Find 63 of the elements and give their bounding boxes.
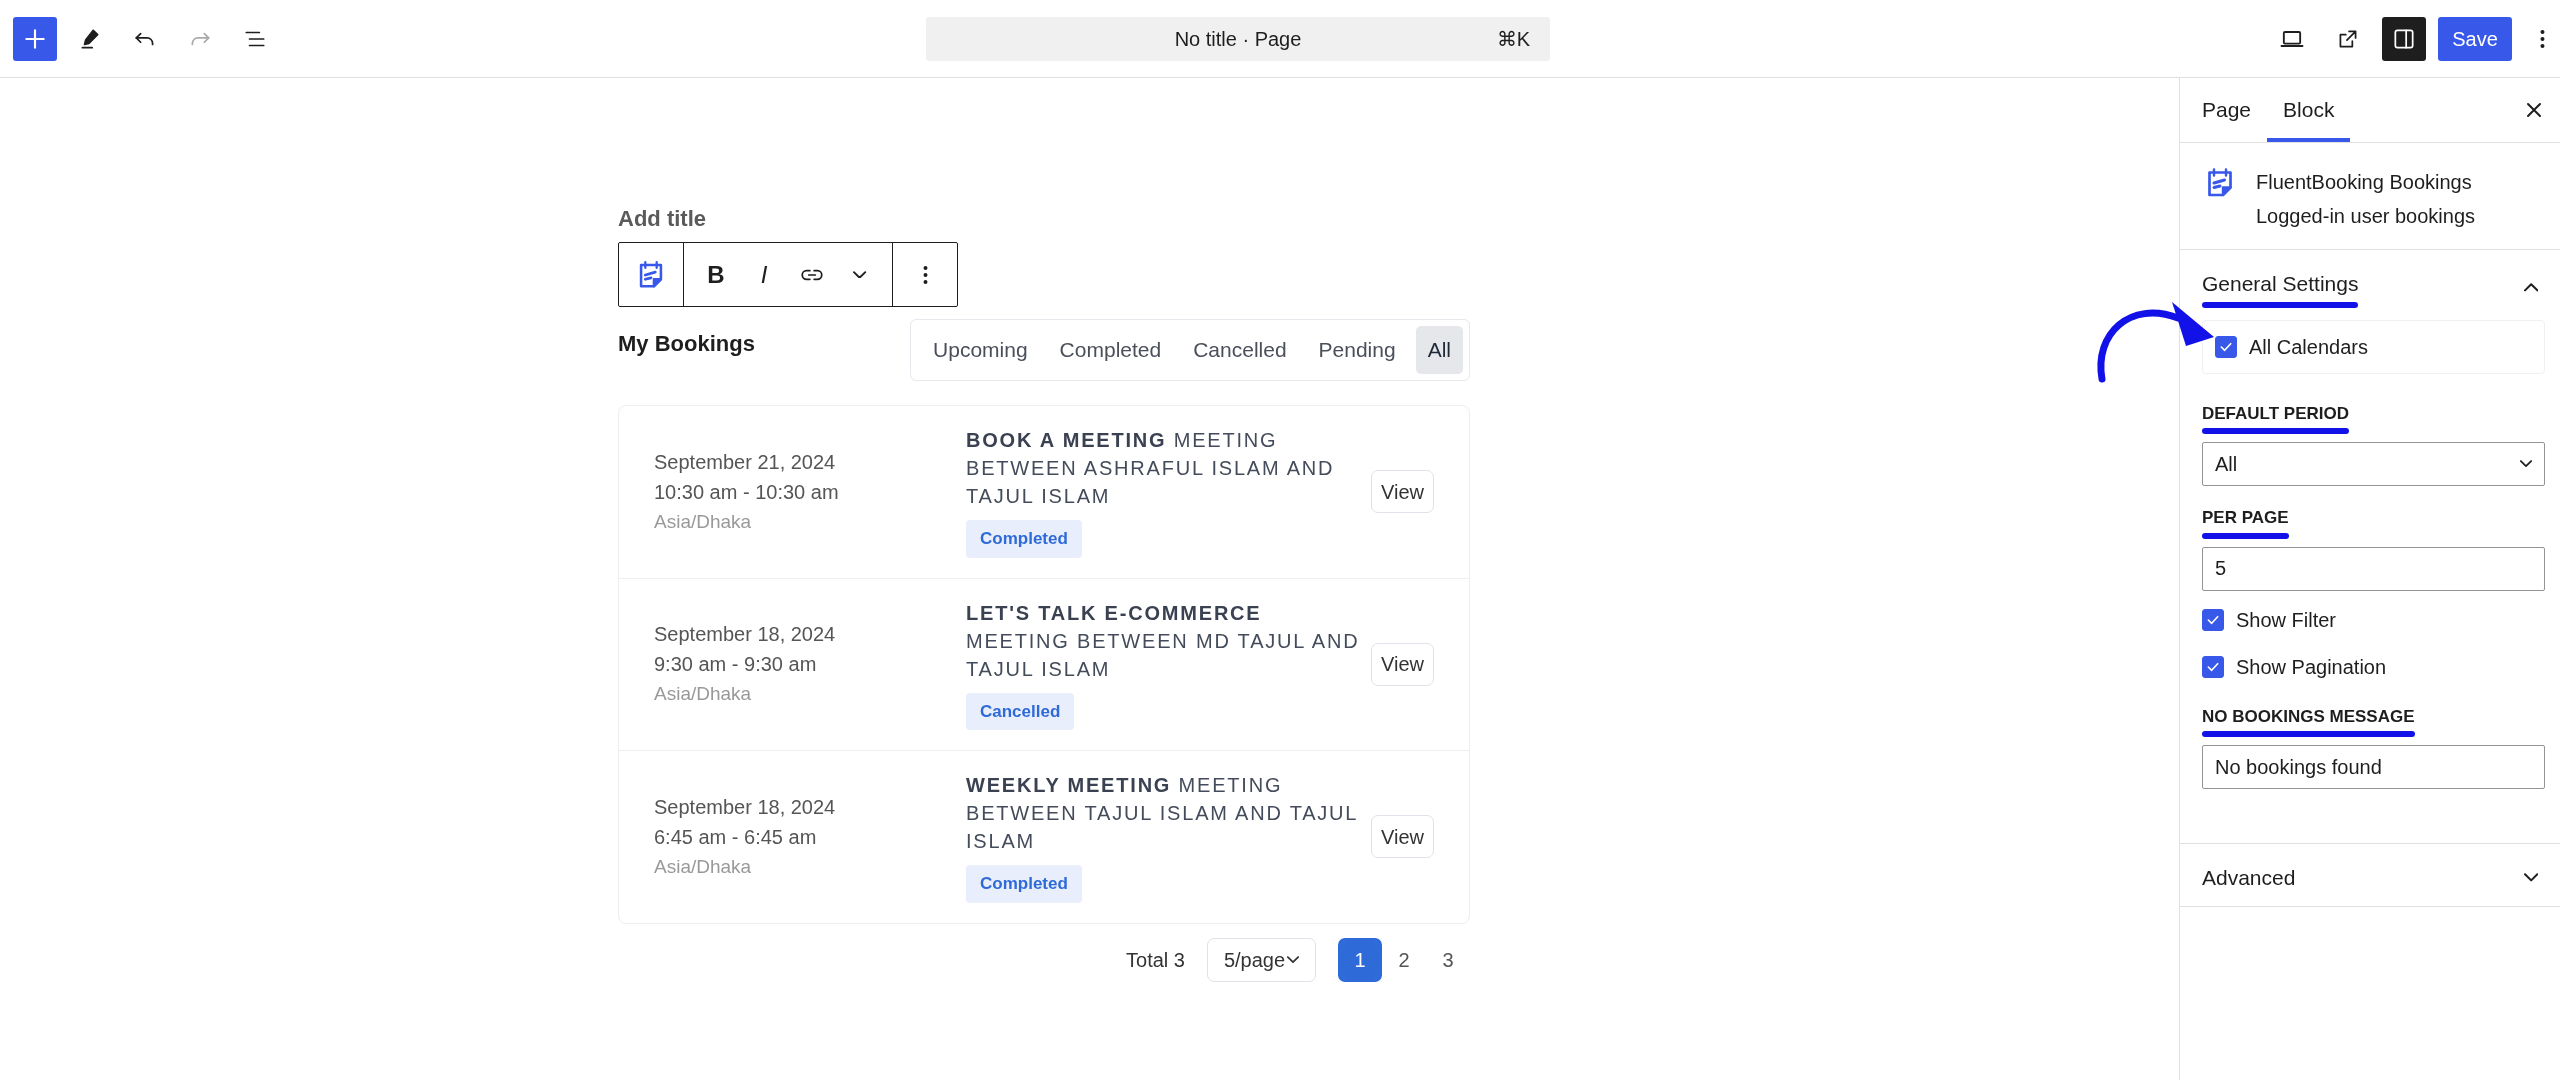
page-number[interactable]: 3 xyxy=(1426,937,1470,982)
command-bar[interactable]: No title · Page ⌘K xyxy=(926,16,1550,61)
booking-title: WEEKLY MEETING MEETING BETWEEN TAJUL ISLAM AND TAJUL ISLAM xyxy=(966,773,1359,854)
booking-timezone: Asia/Dhaka xyxy=(654,509,753,534)
booking-time: 10:30 am - 10:30 am xyxy=(654,479,840,505)
page-number[interactable]: 1 xyxy=(1338,937,1382,982)
panel-title[interactable]: Advanced xyxy=(2202,862,2296,894)
field-label: DEFAULT PERIOD xyxy=(2202,402,2350,425)
sidebar-tab[interactable]: Page xyxy=(2186,78,2268,142)
page-size-value: 5/page xyxy=(1223,947,1286,973)
checkbox-label[interactable]: Show Pagination xyxy=(2236,651,2387,682)
sidebar-tab[interactable]: Block xyxy=(2267,78,2351,142)
input-field[interactable]: 5 xyxy=(2202,546,2545,591)
checkbox[interactable] xyxy=(2202,608,2224,631)
booking-timezone: Asia/Dhaka xyxy=(654,854,753,879)
filter-tab[interactable]: Upcoming xyxy=(921,326,1040,374)
filter-tab[interactable]: Cancelled xyxy=(1181,326,1299,374)
status-badge: Cancelled xyxy=(966,692,1075,730)
view-button[interactable]: View xyxy=(1371,470,1434,514)
view-button[interactable]: View xyxy=(1371,642,1434,686)
booking-date: September 18, 2024 xyxy=(654,622,837,648)
save-button[interactable]: Save xyxy=(2438,16,2512,61)
filter-tab[interactable]: Completed xyxy=(1047,326,1174,374)
block-name: FluentBooking Bookings xyxy=(2256,170,2473,195)
booking-time: 6:45 am - 6:45 am xyxy=(654,824,818,850)
bold-button[interactable]: B xyxy=(692,250,740,299)
checkbox-label[interactable]: All Calendars xyxy=(2249,331,2368,362)
checkbox[interactable] xyxy=(2215,335,2237,358)
booking-timezone: Asia/Dhaka xyxy=(654,682,753,707)
document-title: No title · Page xyxy=(1174,26,1302,52)
more-icon xyxy=(2539,28,2545,49)
filter-tab[interactable]: All xyxy=(1415,326,1463,374)
section-heading: My Bookings xyxy=(618,330,755,358)
total-count: Total 3 xyxy=(1126,947,1185,973)
checkbox[interactable] xyxy=(2202,655,2224,678)
more-icon xyxy=(922,264,928,285)
filter-tab[interactable]: Pending xyxy=(1306,326,1408,374)
chevron-down-icon xyxy=(1287,955,1300,964)
page-number[interactable]: 2 xyxy=(1382,937,1426,982)
shortcut-label: ⌘K xyxy=(1496,26,1530,52)
settings-toggle-button[interactable] xyxy=(2382,16,2426,61)
status-badge: Completed xyxy=(966,520,1082,558)
title-placeholder[interactable]: Add title xyxy=(618,206,1470,232)
booking-title: BOOK A MEETING MEETING BETWEEN ASHRAFUL ISLAM AND TAJUL ISLAM xyxy=(966,428,1336,509)
field-label: PER PAGE xyxy=(2202,507,2289,529)
chevron-down-icon xyxy=(853,270,867,279)
field-label: NO BOOKINGS MESSAGE xyxy=(2202,705,2415,728)
italic-button[interactable]: I xyxy=(740,250,788,299)
input-field[interactable]: No bookings found xyxy=(2202,745,2545,789)
checkbox-label[interactable]: Show Filter xyxy=(2236,604,2337,635)
booking-time: 9:30 am - 9:30 am xyxy=(654,652,818,678)
booking-title: LET'S TALK E-COMMERCE MEETING BETWEEN MD TAJUL AND TAJUL ISLAM xyxy=(966,600,1361,682)
panel-title[interactable]: General Settings xyxy=(2202,268,2359,300)
booking-date: September 18, 2024 xyxy=(654,794,837,820)
view-button[interactable]: View xyxy=(1371,815,1434,859)
page-size-select[interactable]: 5/page xyxy=(1207,937,1316,982)
block-description: Logged-in user bookings xyxy=(2256,204,2476,229)
add-block-button[interactable] xyxy=(13,16,57,61)
status-badge: Completed xyxy=(966,865,1082,903)
select-value: All xyxy=(2215,452,2238,477)
period-select[interactable]: All xyxy=(2202,442,2545,486)
booking-date: September 21, 2024 xyxy=(654,449,837,475)
chevron-down-icon xyxy=(2520,460,2532,468)
